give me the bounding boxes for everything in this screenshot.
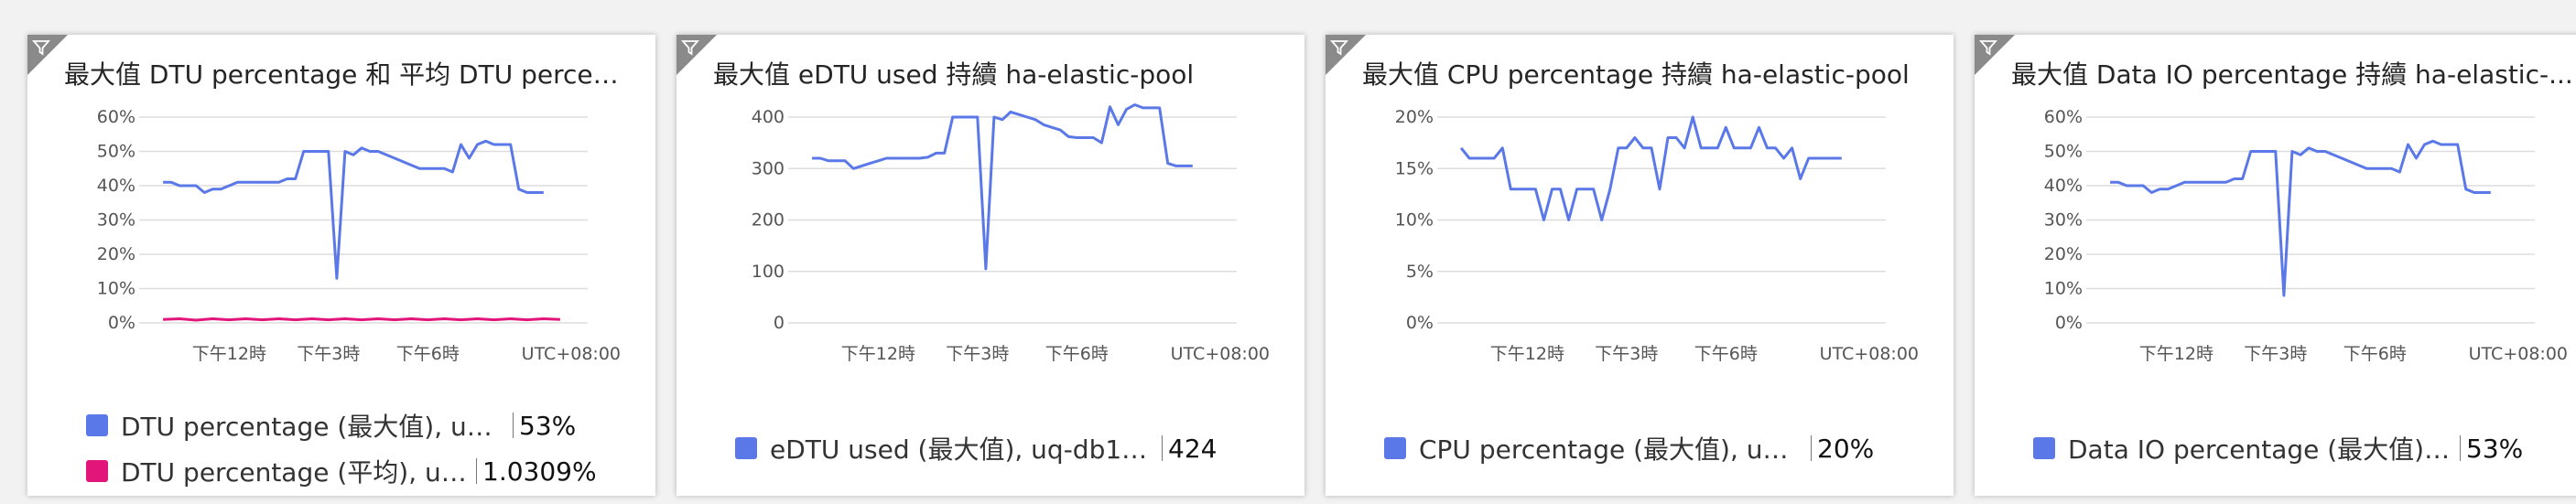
x-tick-label: 下午3時 [946, 344, 1009, 364]
y-tick-label: 10% [97, 279, 135, 299]
y-tick-label: 15% [1395, 158, 1434, 178]
legend-value: 53% [519, 410, 577, 441]
y-tick-label: 0% [108, 313, 135, 333]
chart-tile-dtu[interactable]: 最大值 DTU percentage 和 平均 DTU percen... 60… [27, 35, 655, 496]
chart-legend: DTU percentage (最大值), uq-d... 53% DTU pe… [86, 402, 644, 494]
x-tick-label: 下午3時 [1595, 344, 1658, 364]
y-tick-label: 20% [2044, 244, 2083, 264]
legend-divider [1811, 435, 1812, 461]
legend-label: eDTU used (最大值), uq-db1-v... [770, 434, 1154, 465]
y-tick-label: 10% [1395, 210, 1434, 231]
y-tick-label: 5% [1406, 262, 1434, 282]
tile-title: 最大值 CPU percentage 持續 ha-elastic-pool [1362, 59, 1910, 90]
chart-legend: eDTU used (最大值), uq-db1-v... 424 [735, 425, 1293, 471]
timezone-label: UTC+08:00 [1820, 344, 1919, 364]
timezone-label: UTC+08:00 [2469, 344, 2568, 364]
chart-tile-cpu[interactable]: 最大值 CPU percentage 持續 ha-elastic-pool 20… [1326, 35, 1954, 496]
legend-swatch [735, 437, 757, 459]
y-tick-label: 40% [2044, 176, 2083, 196]
legend-divider [1162, 435, 1163, 461]
y-tick-label: 60% [97, 107, 135, 127]
series-line [2110, 139, 2491, 297]
x-tick-label: 下午3時 [2244, 344, 2307, 364]
tile-title: 最大值 eDTU used 持續 ha-elastic-pool [713, 59, 1195, 90]
legend-divider [513, 413, 514, 438]
legend-label: DTU percentage (平均), uq-... [121, 457, 469, 488]
legend-value: 53% [2466, 433, 2524, 464]
series-line [163, 317, 560, 322]
legend-item[interactable]: DTU percentage (平均), uq-... 1.0309% [86, 448, 644, 494]
y-tick-label: 40% [97, 176, 135, 196]
y-tick-label: 20% [97, 244, 135, 264]
x-tick-label: 下午6時 [2343, 344, 2407, 364]
filter-icon[interactable] [681, 38, 699, 57]
chart-tile-edtu[interactable]: 最大值 eDTU used 持續 ha-elastic-pool 400 300 2… [676, 35, 1304, 496]
x-tick-label: 下午6時 [1694, 344, 1758, 364]
x-tick-label: 下午6時 [396, 344, 460, 364]
series-line [163, 139, 544, 280]
y-tick-label: 20% [1395, 107, 1434, 127]
tile-title: 最大值 Data IO percentage 持續 ha-elastic-... [2011, 59, 2573, 90]
x-tick-label: 下午12時 [192, 344, 266, 364]
legend-divider [476, 458, 477, 484]
legend-item[interactable]: DTU percentage (最大值), uq-d... 53% [86, 402, 644, 448]
chart-legend: CPU percentage (最大值), uq-d... 20% [1384, 425, 1943, 471]
timezone-label: UTC+08:00 [522, 344, 621, 364]
y-tick-label: 400 [752, 107, 785, 127]
legend-value: 424 [1168, 433, 1218, 464]
legend-label: Data IO percentage (最大值), u... [2068, 434, 2452, 465]
tile-title: 最大值 DTU percentage 和 平均 DTU percen... [64, 59, 633, 90]
filter-icon[interactable] [1979, 38, 1997, 57]
y-tick-label: 300 [752, 158, 785, 178]
legend-label: CPU percentage (最大值), uq-d... [1419, 434, 1803, 465]
filter-icon[interactable] [1330, 38, 1348, 57]
x-tick-label: 下午12時 [841, 344, 915, 364]
filter-icon[interactable] [32, 38, 50, 57]
y-tick-label: 30% [97, 210, 135, 231]
y-tick-label: 60% [2044, 107, 2083, 127]
y-tick-label: 10% [2044, 279, 2083, 299]
y-tick-label: 50% [2044, 142, 2083, 162]
legend-swatch [1384, 437, 1406, 459]
legend-value: 1.0309% [482, 456, 597, 487]
legend-swatch [2033, 437, 2055, 459]
timezone-label: UTC+08:00 [1171, 344, 1270, 364]
legend-item[interactable]: eDTU used (最大值), uq-db1-v... 424 [735, 425, 1293, 471]
chart-legend: Data IO percentage (最大值), u... 53% [2033, 425, 2576, 471]
y-tick-label: 50% [97, 142, 135, 162]
y-tick-label: 200 [752, 210, 785, 231]
series-line [812, 103, 1193, 271]
chart-tile-data-io[interactable]: 最大值 Data IO percentage 持續 ha-elastic-...… [1975, 35, 2576, 496]
line-chart: 20% 15% 10% 5% 0% 下午12時 下午3時 下午6時 UTC+08:00 [1395, 107, 1919, 364]
legend-item[interactable]: CPU percentage (最大值), uq-d... 20% [1384, 425, 1943, 471]
x-tick-label: 下午12時 [2139, 344, 2213, 364]
y-tick-label: 0 [774, 313, 785, 333]
legend-divider [2460, 435, 2461, 461]
legend-item[interactable]: Data IO percentage (最大值), u... 53% [2033, 425, 2576, 471]
line-chart: 60% 50% 40% 30% 20% 10% 0% 下午12時 下午3時 下午6時 UTC+08:… [2044, 107, 2568, 364]
line-chart: 400 300 200 100 0 下午12時 下午3時 下午6時 UTC+08:00 [752, 103, 1270, 364]
x-tick-label: 下午3時 [297, 344, 360, 364]
y-tick-label: 0% [2055, 313, 2083, 333]
legend-swatch [86, 414, 108, 436]
legend-label: DTU percentage (最大值), uq-d... [121, 412, 505, 442]
line-chart: 60% 50% 40% 30% 20% 10% 0% 下午12時 下午3時 下午6時 UTC+08:… [97, 107, 621, 364]
legend-swatch [86, 460, 108, 482]
y-tick-label: 30% [2044, 210, 2083, 231]
x-tick-label: 下午6時 [1045, 344, 1109, 364]
y-tick-label: 0% [1406, 313, 1434, 333]
legend-value: 20% [1817, 433, 1875, 464]
x-tick-label: 下午12時 [1490, 344, 1564, 364]
y-tick-label: 100 [752, 262, 785, 282]
